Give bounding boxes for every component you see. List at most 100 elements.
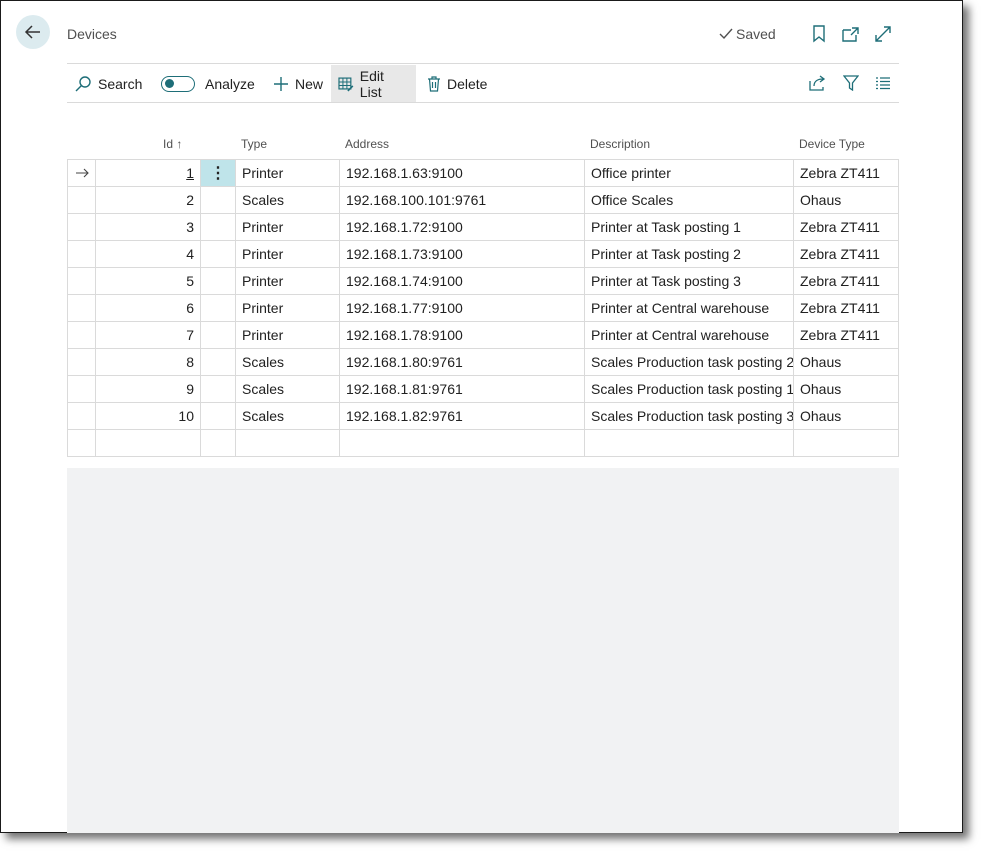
cell-device-type[interactable]: Zebra ZT411 (793, 213, 899, 241)
new-button[interactable]: New (266, 65, 330, 102)
cell-id[interactable]: 2 (95, 186, 201, 214)
row-menu-button[interactable] (200, 186, 236, 214)
column-header-description[interactable]: Description (590, 137, 650, 151)
open-new-window-button[interactable] (841, 24, 861, 44)
cell-id[interactable]: 3 (95, 213, 201, 241)
delete-button[interactable]: Delete (420, 65, 494, 102)
cell-id[interactable]: 8 (95, 348, 201, 376)
cell-description[interactable]: Printer at Task posting 2 (584, 240, 794, 268)
cell-description[interactable]: Scales Production task posting 3 (584, 402, 794, 430)
row-menu-button[interactable] (200, 321, 236, 349)
empty-cell[interactable] (67, 429, 96, 457)
cell-address[interactable]: 192.168.1.74:9100 (339, 267, 585, 295)
column-header-address[interactable]: Address (345, 137, 389, 151)
cell-device-type[interactable]: Ohaus (793, 402, 899, 430)
cell-device-type[interactable]: Zebra ZT411 (793, 321, 899, 349)
empty-cell[interactable] (793, 429, 899, 457)
row-menu-button[interactable]: ⋮ (200, 159, 236, 187)
cell-device-type[interactable]: Zebra ZT411 (793, 240, 899, 268)
expand-button[interactable] (873, 24, 893, 44)
cell-address[interactable]: 192.168.1.63:9100 (339, 159, 585, 187)
cell-type[interactable]: Scales (235, 186, 340, 214)
cell-type[interactable]: Printer (235, 321, 340, 349)
cell-device-type[interactable]: Zebra ZT411 (793, 159, 899, 187)
empty-cell[interactable] (584, 429, 794, 457)
row-indicator (67, 213, 96, 241)
empty-cell[interactable] (95, 429, 201, 457)
cell-device-type[interactable]: Ohaus (793, 375, 899, 403)
column-header-type[interactable]: Type (241, 137, 267, 151)
cell-description[interactable]: Office printer (584, 159, 794, 187)
cell-description[interactable]: Printer at Task posting 3 (584, 267, 794, 295)
share-button[interactable] (808, 73, 828, 93)
empty-cell[interactable] (235, 429, 340, 457)
row-menu-button[interactable] (200, 267, 236, 295)
empty-cell[interactable] (339, 429, 585, 457)
cell-device-type[interactable]: Zebra ZT411 (793, 294, 899, 322)
cell-description[interactable]: Scales Production task posting 2 (584, 348, 794, 376)
table-row[interactable]: 1 ⋮ Printer 192.168.1.63:9100 Office printer… (67, 159, 899, 187)
empty-new-row[interactable] (67, 429, 899, 457)
cell-address[interactable]: 192.168.1.73:9100 (339, 240, 585, 268)
column-header-device-type[interactable]: Device Type (799, 137, 865, 151)
cell-address[interactable]: 192.168.100.101:9761 (339, 186, 585, 214)
table-row[interactable]: 4 Printer 192.168.1.73:9100 Printer at Task… (67, 240, 899, 268)
cell-type[interactable]: Scales (235, 402, 340, 430)
cell-id[interactable]: 5 (95, 267, 201, 295)
cell-address[interactable]: 192.168.1.80:9761 (339, 348, 585, 376)
table-row[interactable]: 9 Scales 192.168.1.81:9761 Scales Productio… (67, 375, 899, 403)
row-indicator (67, 159, 96, 187)
row-menu-button[interactable] (200, 213, 236, 241)
empty-cell[interactable] (200, 429, 236, 457)
column-header-id[interactable]: Id ↑ (163, 137, 182, 151)
cell-type[interactable]: Scales (235, 375, 340, 403)
edit-list-button[interactable]: Edit List (331, 65, 416, 102)
table-row[interactable]: 3 Printer 192.168.1.72:9100 Printer at Task… (67, 213, 899, 241)
cell-id[interactable]: 6 (95, 294, 201, 322)
table-row[interactable]: 2 Scales 192.168.100.101:9761 Office Scales… (67, 186, 899, 214)
cell-id[interactable]: 9 (95, 375, 201, 403)
row-menu-button[interactable] (200, 402, 236, 430)
cell-address[interactable]: 192.168.1.78:9100 (339, 321, 585, 349)
cell-address[interactable]: 192.168.1.72:9100 (339, 213, 585, 241)
table-row[interactable]: 8 Scales 192.168.1.80:9761 Scales Productio… (67, 348, 899, 376)
bookmark-button[interactable] (809, 24, 829, 44)
cell-description[interactable]: Office Scales (584, 186, 794, 214)
analyze-toggle[interactable]: Analyze (154, 65, 262, 102)
cell-description[interactable]: Scales Production task posting 1 (584, 375, 794, 403)
cell-description[interactable]: Printer at Central warehouse (584, 321, 794, 349)
cell-type[interactable]: Printer (235, 159, 340, 187)
row-menu-button[interactable] (200, 348, 236, 376)
cell-device-type[interactable]: Ohaus (793, 186, 899, 214)
cell-id[interactable]: 7 (95, 321, 201, 349)
cell-address[interactable]: 192.168.1.82:9761 (339, 402, 585, 430)
filter-button[interactable] (841, 73, 861, 93)
devices-grid: Id ↑ Type Address Description Device Typ… (67, 127, 899, 457)
table-row[interactable]: 5 Printer 192.168.1.74:9100 Printer at Task… (67, 267, 899, 295)
cell-device-type[interactable]: Zebra ZT411 (793, 267, 899, 295)
cell-id[interactable]: 4 (95, 240, 201, 268)
cell-id[interactable]: 1 (95, 159, 201, 187)
row-menu-button[interactable] (200, 240, 236, 268)
cell-type[interactable]: Printer (235, 213, 340, 241)
cell-type[interactable]: Scales (235, 348, 340, 376)
cell-description[interactable]: Printer at Central warehouse (584, 294, 794, 322)
cell-description[interactable]: Printer at Task posting 1 (584, 213, 794, 241)
back-button[interactable] (16, 15, 50, 49)
cell-type[interactable]: Printer (235, 294, 340, 322)
empty-list-area (67, 468, 899, 833)
cell-id[interactable]: 10 (95, 402, 201, 430)
cell-type[interactable]: Printer (235, 240, 340, 268)
cell-address[interactable]: 192.168.1.81:9761 (339, 375, 585, 403)
table-row[interactable]: 7 Printer 192.168.1.78:9100 Printer at Cent… (67, 321, 899, 349)
table-row[interactable]: 10 Scales 192.168.1.82:9761 Scales Producti… (67, 402, 899, 430)
search-button[interactable]: Search (67, 65, 149, 102)
cell-type[interactable]: Printer (235, 267, 340, 295)
row-menu-button[interactable] (200, 375, 236, 403)
table-row[interactable]: 6 Printer 192.168.1.77:9100 Printer at Cent… (67, 294, 899, 322)
list-view-button[interactable] (873, 73, 893, 93)
cell-address[interactable]: 192.168.1.77:9100 (339, 294, 585, 322)
plus-icon (274, 76, 288, 91)
row-menu-button[interactable] (200, 294, 236, 322)
cell-device-type[interactable]: Ohaus (793, 348, 899, 376)
